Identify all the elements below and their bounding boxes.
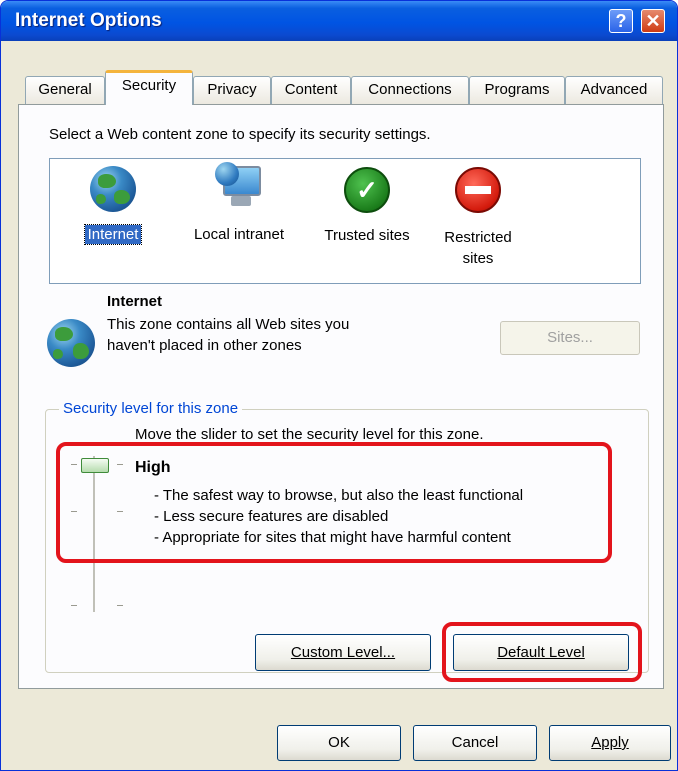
apply-button[interactable]: Apply [549,725,671,761]
tab-privacy[interactable]: Privacy [193,76,271,104]
zone-instruction: Select a Web content zone to specify its… [49,126,431,143]
sites-button[interactable]: Sites... [500,321,640,355]
highlight-annotation-level [56,442,612,563]
globe-icon [90,166,136,212]
zone-globe-icon [47,319,95,367]
selected-zone-description: This zone contains all Web sites you hav… [107,314,349,356]
ok-button[interactable]: OK [277,725,401,761]
no-entry-icon [455,167,501,213]
title-bar[interactable]: Internet Options ? ✕ [1,1,677,41]
selected-zone-name: Internet [107,293,163,310]
tab-general[interactable]: General [25,76,105,104]
tab-advanced[interactable]: Advanced [565,76,663,104]
tab-programs[interactable]: Programs [469,76,565,104]
zone-restricted-sites-label: Restricted sites [444,229,512,267]
custom-level-label: Custom Level... [290,644,396,661]
zone-description-line-1: This zone contains all Web sites you [107,316,350,333]
zone-description-line-2: haven't placed in other zones [107,337,302,354]
checkmark-icon: ✓ [344,167,390,213]
highlight-annotation-default [442,622,642,682]
zone-trusted-sites[interactable]: ✓ Trusted sites [309,167,425,244]
slider-hint: Move the slider to set the security leve… [135,426,484,441]
tab-security[interactable]: Security [105,70,193,105]
window-title: Internet Options [15,10,162,31]
close-button[interactable]: ✕ [641,9,665,33]
zone-internet-label: Internet [83,224,143,245]
zone-trusted-sites-label: Trusted sites [324,227,410,244]
zone-internet[interactable]: Internet [73,166,153,245]
zone-restricted-sites[interactable]: Restricted sites [431,167,525,269]
tab-content[interactable]: Content [271,76,351,104]
internet-options-dialog: Internet Options ? ✕ General Security Pr… [0,0,678,771]
tab-connections[interactable]: Connections [351,76,469,104]
help-button[interactable]: ? [609,9,633,33]
apply-label: Apply [591,734,629,751]
security-level-group-label: Security level for this zone [59,400,243,417]
custom-level-button[interactable]: Custom Level... [255,634,431,671]
zone-local-intranet-label: Local intranet [193,226,285,243]
intranet-monitor-icon [215,162,263,210]
cancel-button[interactable]: Cancel [413,725,537,761]
zone-local-intranet[interactable]: Local intranet [179,162,299,243]
